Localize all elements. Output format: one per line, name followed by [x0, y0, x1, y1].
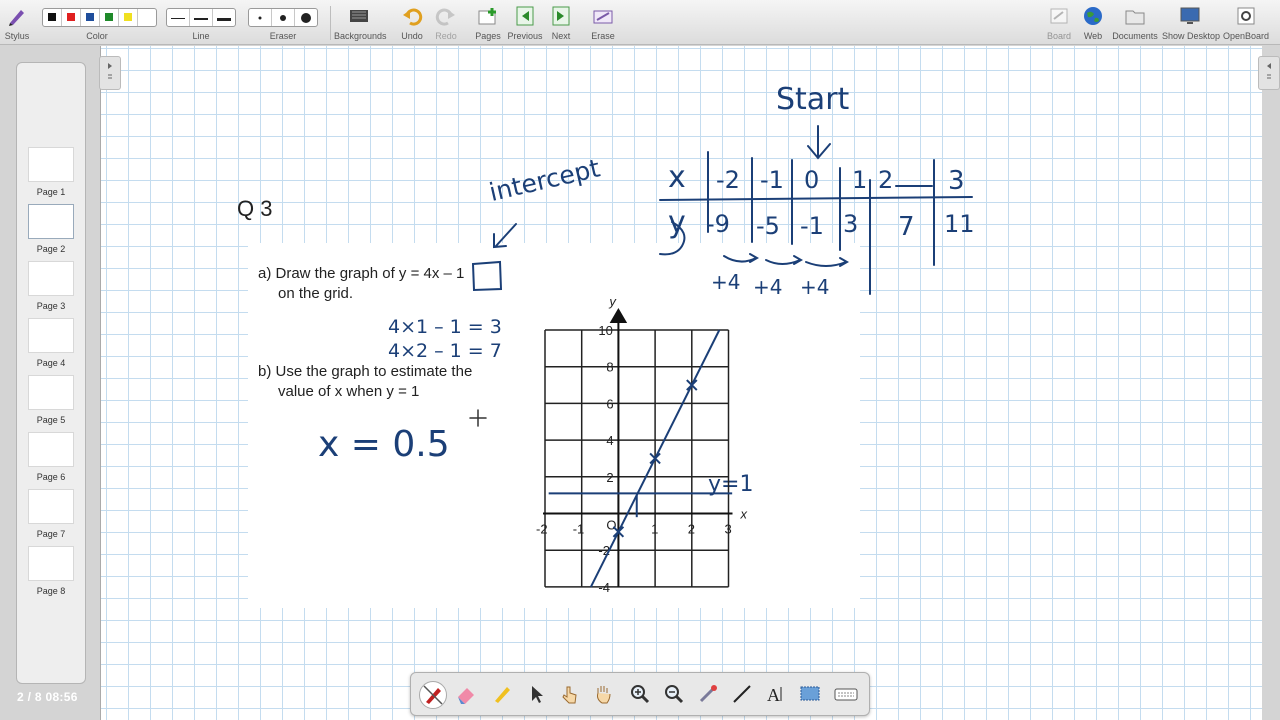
start-arrow	[807, 125, 831, 160]
y-tick-label: 10	[598, 323, 612, 338]
x-tick-label: 3	[725, 522, 732, 537]
y-tick-label: 6	[606, 396, 613, 411]
intercept-arrow	[493, 223, 517, 249]
x-tick-label: 1	[651, 522, 658, 537]
difference-arrow	[805, 257, 850, 267]
crosshair-cursor	[469, 409, 487, 427]
zoom-out-icon	[665, 685, 684, 704]
svg-text:A: A	[767, 685, 780, 705]
highlighter-tool-button[interactable]	[489, 681, 515, 707]
laser-pointer-icon	[699, 685, 717, 703]
y-tick-label: 8	[606, 360, 613, 375]
eraser-icon	[458, 688, 474, 704]
x-tick-label: 2	[688, 522, 695, 537]
difference-arrow	[765, 255, 804, 265]
coordinate-grid-graph: -2 -1 1 2 3108642-2-4Oxy	[536, 294, 748, 595]
capture-icon	[800, 686, 820, 701]
zoom-in-icon	[631, 685, 650, 704]
interact-tool-button[interactable]	[557, 681, 583, 707]
line-tool-button[interactable]	[729, 681, 755, 707]
y-axis-arrowhead	[609, 308, 628, 323]
x-axis-label: x	[740, 507, 748, 522]
selector-tool-button[interactable]	[523, 681, 549, 707]
pen-icon	[423, 685, 443, 705]
virtual-keyboard-button[interactable]	[833, 681, 859, 707]
tool-palette: A	[410, 672, 870, 716]
y-axis-label: y	[608, 294, 617, 309]
hand-tool-button[interactable]	[591, 681, 617, 707]
table-horizontal-rule	[659, 196, 973, 201]
hand-icon	[597, 686, 611, 704]
capture-tool-button[interactable]	[797, 681, 823, 707]
y-brace	[659, 221, 686, 256]
text-tool-button[interactable]: A	[763, 681, 789, 707]
pointing-hand-icon	[562, 686, 577, 704]
eraser-tool-button[interactable]	[453, 681, 479, 707]
keyboard-icon	[834, 688, 858, 701]
line-tool-icon	[733, 685, 751, 703]
y-tick-label: 2	[606, 470, 613, 485]
x-tick-label: -1	[573, 522, 585, 537]
zoom-out-button[interactable]	[661, 681, 687, 707]
origin-label: O	[606, 518, 616, 533]
intercept-box	[471, 260, 503, 292]
difference-arrow	[723, 253, 760, 263]
x-tick-label: -2	[536, 522, 548, 537]
pen-tool-button[interactable]	[419, 681, 447, 709]
y-tick-label: 4	[606, 433, 613, 448]
text-tool-icon: A	[767, 685, 782, 705]
highlighter-icon	[495, 687, 510, 703]
zoom-in-button[interactable]	[627, 681, 653, 707]
laser-pointer-button[interactable]	[695, 681, 721, 707]
pointer-arrow-icon	[532, 686, 543, 703]
y-tick-label: -4	[598, 580, 610, 595]
